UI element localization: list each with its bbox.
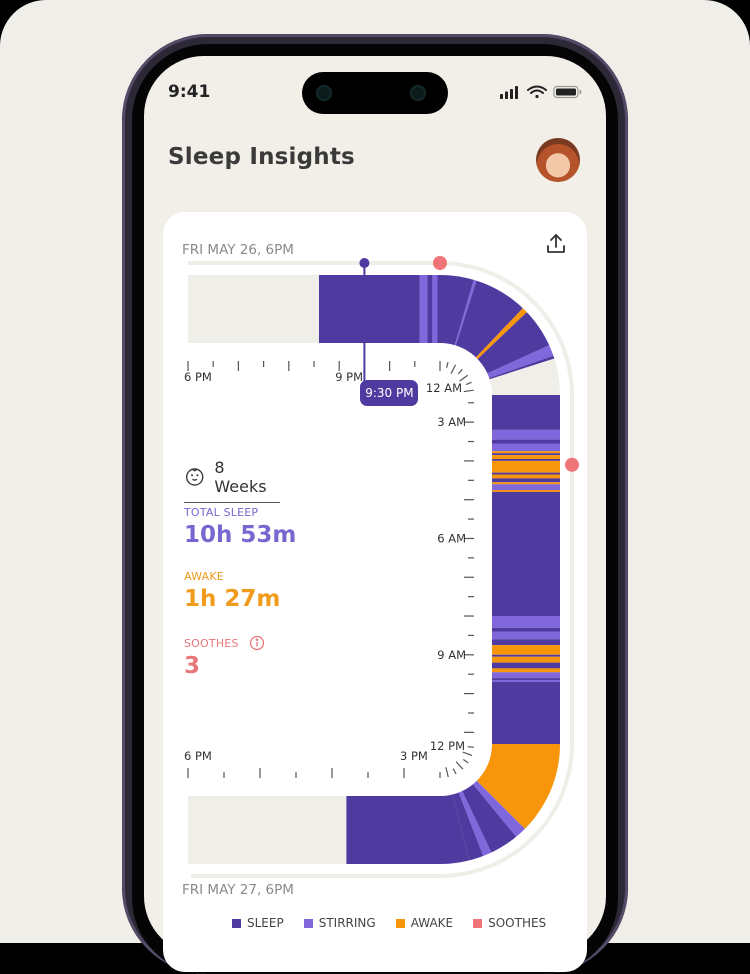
segment-sleep[interactable] bbox=[492, 654, 560, 657]
baby-face-icon bbox=[186, 468, 204, 486]
tick-label: 3 PM bbox=[400, 749, 428, 763]
soothes-label-row: SOOTHES bbox=[184, 635, 265, 651]
track-end-top bbox=[188, 275, 248, 343]
segment-stirring[interactable] bbox=[492, 680, 560, 682]
age-label: 8 Weeks bbox=[214, 458, 267, 496]
tick bbox=[455, 761, 464, 770]
segment-sleep[interactable] bbox=[427, 275, 433, 343]
legend-item-awake: AWAKE bbox=[395, 916, 454, 930]
segment-sleep[interactable] bbox=[492, 478, 560, 483]
tick bbox=[463, 389, 474, 393]
segment-sleep[interactable] bbox=[492, 662, 560, 669]
legend-swatch-awake bbox=[395, 918, 405, 928]
segment-awake[interactable] bbox=[492, 482, 560, 485]
soothes-value: 3 bbox=[184, 653, 201, 679]
segment-sleep[interactable] bbox=[492, 627, 560, 632]
tick-label: 6 PM bbox=[184, 749, 212, 763]
age-badge: 8 Weeks bbox=[184, 458, 280, 503]
segment-stirring[interactable] bbox=[432, 275, 438, 343]
awake-label: AWAKE bbox=[184, 570, 224, 583]
legend-label-soothes: SOOTHES bbox=[488, 916, 547, 930]
segment-sleep[interactable] bbox=[346, 794, 470, 864]
legend-swatch-soothes bbox=[473, 918, 483, 928]
tick-label: 6 AM bbox=[437, 531, 466, 545]
chart-legend: SLEEP STIRRING AWAKE SOOTHES bbox=[232, 916, 546, 930]
tick bbox=[452, 768, 457, 775]
tick-label: 9 AM bbox=[437, 648, 466, 662]
legend-label-stirring: STIRRING bbox=[318, 916, 376, 930]
segment-awake[interactable] bbox=[492, 460, 560, 473]
tick bbox=[465, 381, 472, 386]
tick-label: 12 AM bbox=[426, 381, 462, 395]
segment-awake[interactable] bbox=[492, 490, 560, 492]
segment-awake[interactable] bbox=[492, 645, 560, 655]
segment-sleep[interactable] bbox=[492, 453, 560, 456]
total-sleep-value: 10h 53m bbox=[184, 522, 297, 548]
segment-sleep[interactable] bbox=[492, 639, 560, 646]
legend-swatch-sleep bbox=[232, 918, 241, 928]
segment-sleep[interactable] bbox=[492, 682, 560, 744]
info-icon[interactable] bbox=[249, 635, 265, 651]
soothe-marker[interactable] bbox=[433, 256, 447, 270]
legend-item-stirring: STIRRING bbox=[303, 916, 376, 930]
soothe-marker[interactable] bbox=[565, 457, 579, 472]
segment-stirring[interactable] bbox=[492, 631, 560, 640]
tick-label: 12 PM bbox=[430, 739, 465, 753]
soothes-label: SOOTHES bbox=[184, 636, 239, 650]
tick-label: 3 AM bbox=[437, 415, 466, 429]
tick bbox=[445, 767, 449, 778]
tick bbox=[462, 759, 469, 764]
cursor-handle[interactable] bbox=[359, 258, 370, 268]
legend-swatch-stirring bbox=[303, 918, 313, 928]
segment-stirring[interactable] bbox=[492, 484, 560, 490]
legend-item-soothes: SOOTHES bbox=[473, 916, 546, 930]
segment-awake[interactable] bbox=[492, 451, 560, 454]
segment-sleep[interactable] bbox=[492, 459, 560, 461]
segment-sleep[interactable] bbox=[492, 491, 560, 616]
legend-item-sleep: SLEEP bbox=[232, 916, 284, 930]
sleep-timeline-chart: 6 PM 9 PM 12 AM 3 AM 6 AM 9 AM 12 PM3 PM 6 PM bbox=[184, 256, 579, 878]
segment-awake[interactable] bbox=[492, 455, 560, 459]
selected-time-tooltip[interactable]: 9:30 PM bbox=[360, 380, 419, 406]
legend-label-awake: AWAKE bbox=[410, 916, 454, 930]
awake-value: 1h 27m bbox=[184, 586, 281, 612]
tick bbox=[446, 361, 449, 368]
end-date-label: FRI MAY 27, 6PM bbox=[182, 882, 294, 898]
segment-stirring[interactable] bbox=[492, 672, 560, 679]
track-end-bot bbox=[188, 796, 248, 864]
segment-sleep[interactable] bbox=[319, 275, 420, 343]
segment-sleep[interactable] bbox=[492, 472, 560, 475]
segment-sleep[interactable] bbox=[492, 439, 560, 444]
segment-awake[interactable] bbox=[492, 656, 560, 663]
tick bbox=[457, 368, 463, 375]
segment-sleep[interactable] bbox=[492, 395, 560, 430]
total-sleep-label: TOTAL SLEEP bbox=[184, 506, 259, 519]
tick-label: 9 PM bbox=[335, 370, 363, 384]
segment-stirring[interactable] bbox=[492, 429, 560, 440]
segment-stirring[interactable] bbox=[419, 275, 428, 343]
segment-awake[interactable] bbox=[492, 668, 560, 673]
segment-sleep[interactable] bbox=[492, 678, 560, 680]
segment-stirring[interactable] bbox=[492, 443, 560, 452]
tick bbox=[450, 364, 457, 374]
tick bbox=[467, 746, 474, 748]
legend-label-sleep: SLEEP bbox=[247, 916, 284, 930]
segment-stirring[interactable] bbox=[492, 616, 560, 628]
segment-awake[interactable] bbox=[492, 474, 560, 479]
tick-label: 6 PM bbox=[184, 370, 212, 384]
